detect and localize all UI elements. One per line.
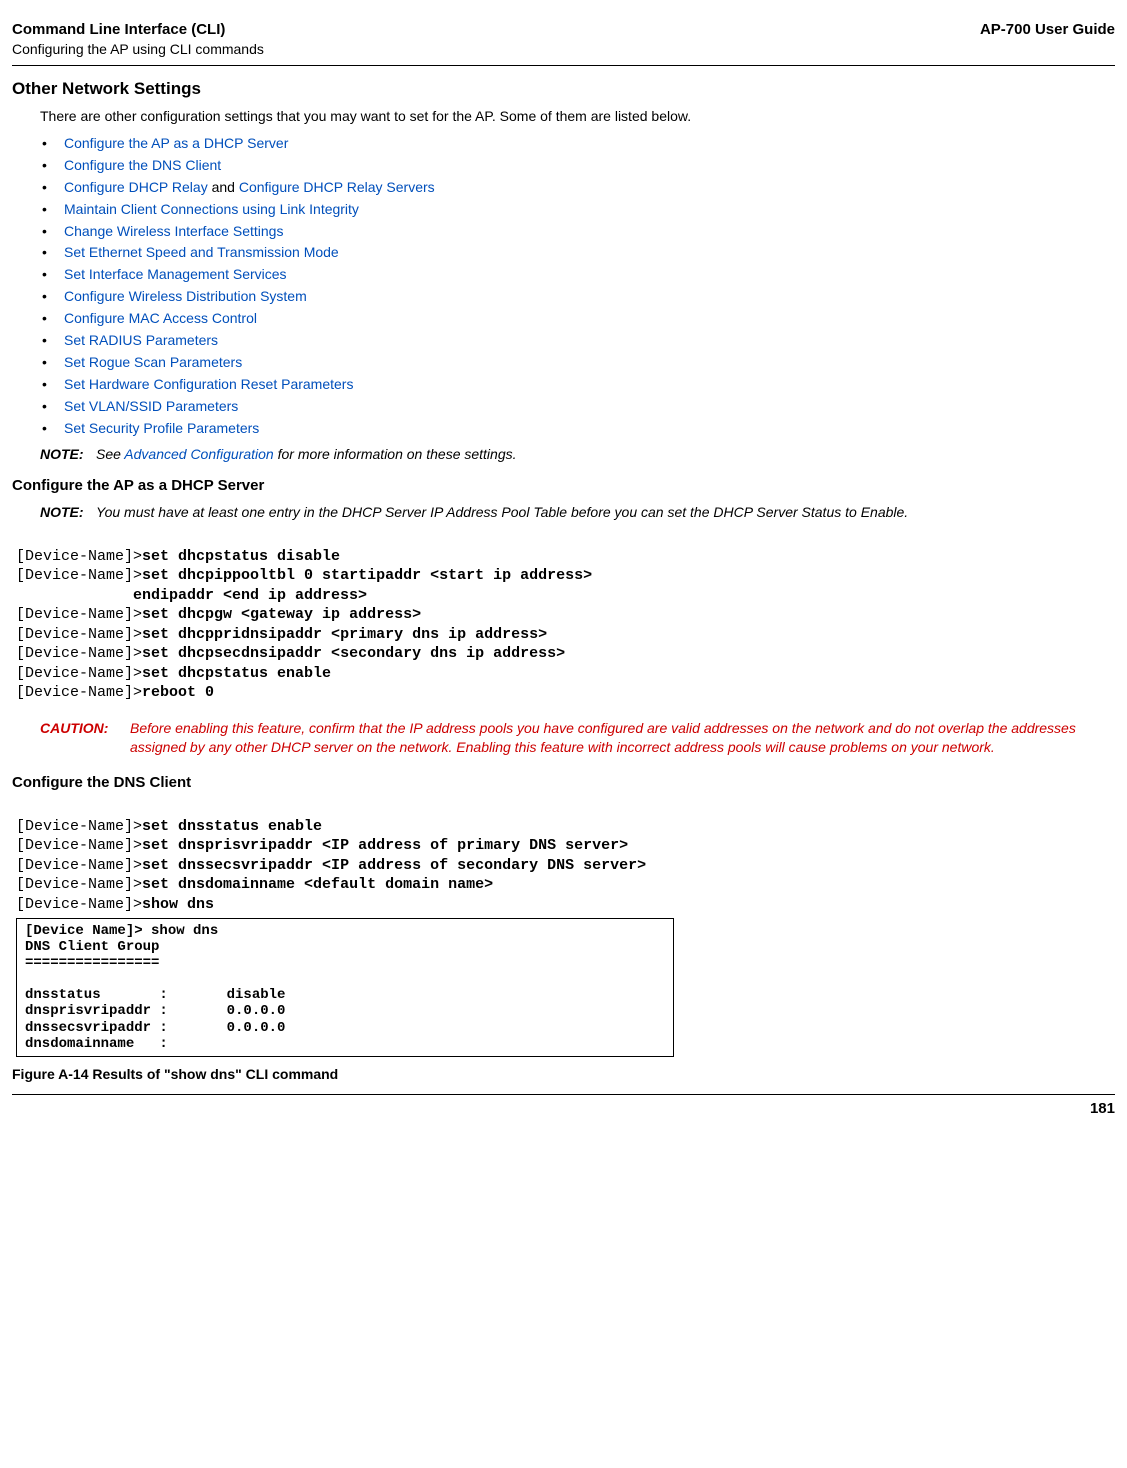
list-item: Change Wireless Interface Settings — [40, 222, 1115, 241]
note-text: See Advanced Configuration for more info… — [96, 445, 1115, 464]
cli-cmd: set dhcpstatus enable — [142, 665, 331, 682]
cli-cmd: set dhcpstatus disable — [142, 548, 340, 565]
link-ethernet-speed[interactable]: Set Ethernet Speed and Transmission Mode — [64, 244, 339, 260]
page-header: Command Line Interface (CLI) Configuring… — [12, 20, 1115, 66]
link-interface-management[interactable]: Set Interface Management Services — [64, 266, 287, 282]
dhcp-server-title: Configure the AP as a DHCP Server — [12, 476, 1115, 496]
link-configure-dhcp-relay[interactable]: Configure DHCP Relay — [64, 179, 208, 195]
cli-prompt: [Device-Name]> — [16, 548, 142, 565]
cli-cmd: set dhcpippooltbl 0 startipaddr <start i… — [142, 567, 592, 584]
section-title: Other Network Settings — [12, 78, 1115, 101]
link-wireless-distribution[interactable]: Configure Wireless Distribution System — [64, 288, 307, 304]
link-wireless-interface[interactable]: Change Wireless Interface Settings — [64, 223, 283, 239]
cli-cmd: endipaddr <end ip address> — [16, 587, 367, 604]
list-item: Set RADIUS Parameters — [40, 331, 1115, 350]
list-item: Configure the DNS Client — [40, 156, 1115, 175]
note-text: You must have at least one entry in the … — [96, 503, 1115, 522]
dhcp-body: NOTE: You must have at least one entry i… — [12, 503, 1115, 522]
cli-cmd: reboot 0 — [142, 684, 214, 701]
list-item: Configure the AP as a DHCP Server — [40, 134, 1115, 153]
list-item: Maintain Client Connections using Link I… — [40, 200, 1115, 219]
note-suffix: for more information on these settings. — [274, 446, 517, 462]
link-rogue-scan[interactable]: Set Rogue Scan Parameters — [64, 354, 242, 370]
cli-dhcp: [Device-Name]>set dhcpstatus disable [De… — [16, 527, 1115, 703]
note-dhcp: NOTE: You must have at least one entry i… — [40, 503, 1115, 522]
header-guide: AP-700 User Guide — [980, 20, 1115, 40]
link-configure-dns-client[interactable]: Configure the DNS Client — [64, 157, 221, 173]
header-subtitle: Configuring the AP using CLI commands — [12, 40, 264, 59]
cli-prompt: [Device-Name]> — [16, 645, 142, 662]
link-radius[interactable]: Set RADIUS Parameters — [64, 332, 218, 348]
cli-prompt: [Device-Name]> — [16, 837, 142, 854]
caution-text: Before enabling this feature, confirm th… — [130, 719, 1115, 757]
show-dns-result: [Device Name]> show dns DNS Client Group… — [16, 918, 674, 1057]
cli-prompt: [Device-Name]> — [16, 857, 142, 874]
cli-prompt: [Device-Name]> — [16, 818, 142, 835]
link-link-integrity[interactable]: Maintain Client Connections using Link I… — [64, 201, 359, 217]
link-mac-access[interactable]: Configure MAC Access Control — [64, 310, 257, 326]
list-item: Configure MAC Access Control — [40, 309, 1115, 328]
list-item: Set Ethernet Speed and Transmission Mode — [40, 243, 1115, 262]
section-body: There are other configuration settings t… — [12, 107, 1115, 464]
note-prefix: See — [96, 446, 124, 462]
cli-cmd: show dns — [142, 896, 214, 913]
list-item: Set Rogue Scan Parameters — [40, 353, 1115, 372]
page-number: 181 — [1090, 1100, 1115, 1117]
cli-prompt: [Device-Name]> — [16, 876, 142, 893]
cli-prompt: [Device-Name]> — [16, 567, 142, 584]
list-item: Set Hardware Configuration Reset Paramet… — [40, 375, 1115, 394]
note-label: NOTE: — [40, 445, 96, 464]
section-intro: There are other configuration settings t… — [40, 107, 1115, 126]
list-item-plain: and — [208, 179, 239, 195]
caution-block: CAUTION: Before enabling this feature, c… — [12, 719, 1115, 757]
list-item: Set Interface Management Services — [40, 265, 1115, 284]
cli-prompt: [Device-Name]> — [16, 626, 142, 643]
link-configure-dhcp-server[interactable]: Configure the AP as a DHCP Server — [64, 135, 288, 151]
dns-client-title: Configure the DNS Client — [12, 773, 1115, 793]
note-label: NOTE: — [40, 503, 96, 522]
link-vlan-ssid[interactable]: Set VLAN/SSID Parameters — [64, 398, 238, 414]
note-advanced-config: NOTE: See Advanced Configuration for mor… — [40, 445, 1115, 464]
link-configure-dhcp-relay-servers[interactable]: Configure DHCP Relay Servers — [239, 179, 435, 195]
list-item: Set VLAN/SSID Parameters — [40, 397, 1115, 416]
cli-cmd: set dnsdomainname <default domain name> — [142, 876, 493, 893]
cli-prompt: [Device-Name]> — [16, 684, 142, 701]
list-item: Configure DHCP Relay and Configure DHCP … — [40, 178, 1115, 197]
cli-cmd: set dhcppridnsipaddr <primary dns ip add… — [142, 626, 547, 643]
cli-cmd: set dhcpgw <gateway ip address> — [142, 606, 421, 623]
cli-cmd: set dhcpsecdnsipaddr <secondary dns ip a… — [142, 645, 565, 662]
header-title: Command Line Interface (CLI) — [12, 20, 264, 40]
cli-cmd: set dnsstatus enable — [142, 818, 322, 835]
link-security-profile[interactable]: Set Security Profile Parameters — [64, 420, 259, 436]
link-advanced-config[interactable]: Advanced Configuration — [124, 446, 273, 462]
page-footer: 181 — [12, 1094, 1115, 1119]
link-hardware-reset[interactable]: Set Hardware Configuration Reset Paramet… — [64, 376, 353, 392]
list-item: Set Security Profile Parameters — [40, 419, 1115, 438]
cli-dns: [Device-Name]>set dnsstatus enable [Devi… — [16, 797, 1115, 914]
figure-caption: Figure A-14 Results of "show dns" CLI co… — [12, 1065, 1115, 1084]
list-item: Configure Wireless Distribution System — [40, 287, 1115, 306]
link-list: Configure the AP as a DHCP Server Config… — [40, 134, 1115, 437]
cli-prompt: [Device-Name]> — [16, 896, 142, 913]
caution-label: CAUTION: — [40, 719, 130, 757]
cli-prompt: [Device-Name]> — [16, 606, 142, 623]
cli-cmd: set dnssecsvripaddr <IP address of secon… — [142, 857, 646, 874]
cli-cmd: set dnsprisvripaddr <IP address of prima… — [142, 837, 628, 854]
header-left: Command Line Interface (CLI) Configuring… — [12, 20, 264, 59]
cli-prompt: [Device-Name]> — [16, 665, 142, 682]
